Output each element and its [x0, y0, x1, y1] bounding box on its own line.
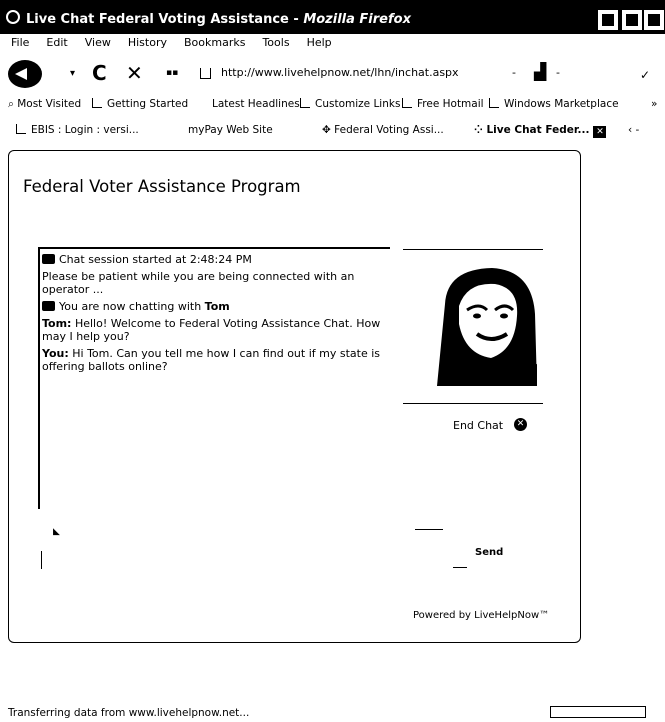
search-dropdown-icon[interactable]: - [556, 66, 560, 79]
page-icon [16, 124, 26, 134]
menu-file[interactable]: File [11, 36, 29, 52]
page-title: Federal Voter Assistance Program [23, 177, 301, 196]
chat-system-message: You are now chatting with Tom [42, 300, 388, 313]
chat-panel: Federal Voter Assistance Program Chat se… [8, 150, 581, 643]
chat-transcript[interactable]: Chat session started at 2:48:24 PM Pleas… [38, 247, 390, 509]
bookmark-customize-links[interactable]: Customize Links [300, 98, 400, 110]
tab-mypay[interactable]: myPay Web Site [188, 124, 273, 136]
chat-agent-message: Tom: Hello! Welcome to Federal Voting As… [42, 317, 381, 343]
menu-help[interactable]: Help [307, 36, 332, 52]
bookmark-icon [402, 98, 412, 108]
menu-bookmarks[interactable]: Bookmarks [184, 36, 245, 52]
search-icon: ⌕ [8, 98, 18, 110]
close-circle-icon[interactable]: ✕ [514, 418, 527, 431]
back-arrow-icon[interactable] [8, 60, 42, 88]
pointer-icon: ◣ [53, 527, 60, 537]
agent-photo [437, 264, 539, 386]
status-bar: Transferring data from www.livehelpnow.n… [0, 704, 665, 722]
navigation-toolbar: ▾ C ✕ ▪▪ http://www.livehelpnow.net/lhn/… [0, 56, 665, 92]
send-button[interactable]: Send [475, 547, 503, 558]
tab-ebis[interactable]: EBIS : Login : versi... [16, 124, 139, 136]
bookmark-icon [489, 98, 499, 108]
menu-tools[interactable]: Tools [262, 36, 289, 52]
divider [403, 403, 543, 404]
reload-icon[interactable]: C [92, 61, 107, 85]
bookmark-icon [300, 98, 310, 108]
bookmark-icon [92, 98, 102, 108]
bookmark-most-visited[interactable]: ⌕ Most Visited [8, 98, 81, 111]
chat-system-message: Please be patient while you are being co… [42, 270, 355, 296]
divider [415, 529, 443, 530]
menu-history[interactable]: History [128, 36, 167, 52]
check-icon: ✓ [640, 68, 651, 82]
close-tab-icon[interactable]: ✕ [593, 126, 607, 138]
site-favicon [200, 68, 211, 79]
federal-seal-icon: ✥ [322, 124, 335, 136]
maximize-button[interactable] [622, 10, 642, 30]
chat-bubble-icon [42, 301, 55, 311]
chat-user-message: You: Hi Tom. Can you tell me how I can f… [42, 347, 381, 373]
firefox-icon [6, 10, 20, 24]
tab-federal-voting[interactable]: ✥ Federal Voting Assi... [322, 124, 444, 136]
menu-edit[interactable]: Edit [46, 36, 67, 52]
chat-system-message: Chat session started at 2:48:24 PM [42, 253, 388, 266]
bookmark-free-hotmail[interactable]: Free Hotmail [402, 98, 484, 110]
bookmarks-overflow-icon[interactable]: » [651, 98, 657, 110]
menu-view[interactable]: View [85, 36, 111, 52]
status-text: Transferring data from www.livehelpnow.n… [8, 707, 250, 719]
text-caret [41, 551, 42, 569]
close-window-button[interactable] [644, 10, 664, 30]
bookmark-getting-started[interactable]: Getting Started [92, 98, 188, 110]
history-dropdown-icon[interactable]: ▾ [70, 68, 75, 79]
divider [403, 249, 543, 250]
progress-bar [550, 706, 646, 718]
minimize-button[interactable] [598, 10, 618, 30]
end-chat-button[interactable]: End Chat [453, 419, 503, 432]
bookmark-windows-marketplace[interactable]: Windows Marketplace [489, 98, 619, 110]
address-dropdown-icon[interactable]: - [512, 66, 516, 79]
stop-icon[interactable]: ✕ [126, 61, 143, 85]
menu-bar: File Edit View History Bookmarks Tools H… [0, 36, 665, 52]
loading-icon: ⁘ [474, 124, 487, 136]
tab-live-chat[interactable]: ⁘ Live Chat Feder... ✕ [474, 124, 607, 138]
powered-by-link[interactable]: Powered by LiveHelpNow™ [413, 610, 549, 621]
bookmark-latest-headlines[interactable]: Latest Headlines [212, 98, 300, 110]
tab-bar: EBIS : Login : versi... myPay Web Site ✥… [0, 122, 665, 142]
address-bar[interactable]: http://www.livehelpnow.net/lhn/inchat.as… [221, 66, 459, 79]
message-input[interactable]: ◣ [39, 519, 391, 571]
home-icon[interactable]: ▪▪ [166, 68, 178, 78]
bookmarks-toolbar: ⌕ Most Visited Getting Started Latest He… [0, 96, 665, 114]
window-title: Live Chat Federal Voting Assistance - Mo… [26, 12, 411, 27]
chat-bubble-icon [42, 254, 55, 264]
divider [453, 567, 467, 568]
search-engine-icon[interactable]: ▟ [534, 62, 546, 81]
tab-scroll-icon[interactable]: ‹ - [628, 124, 639, 136]
title-bar: Live Chat Federal Voting Assistance - Mo… [0, 0, 665, 34]
